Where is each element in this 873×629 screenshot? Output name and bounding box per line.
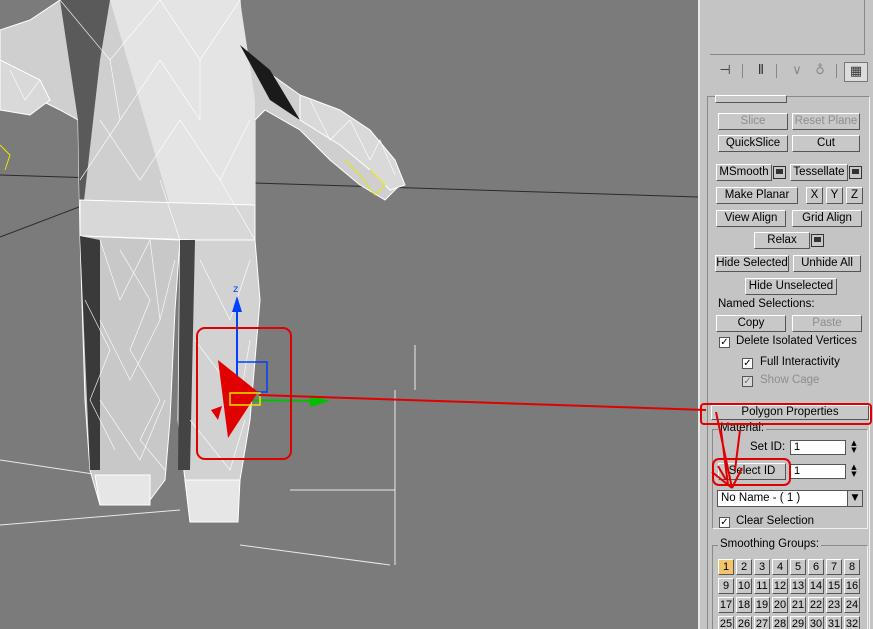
smoothing-group-button-23[interactable]: 23: [826, 597, 842, 613]
smoothing-group-button-17[interactable]: 17: [718, 597, 734, 613]
material-name-dropdown[interactable]: No Name - ( 1 ) ▼: [717, 490, 863, 507]
show-cage-checkbox[interactable]: ✓: [742, 376, 753, 387]
view-align-button[interactable]: View Align: [716, 210, 786, 227]
smoothing-group-button-29[interactable]: 29: [790, 616, 806, 629]
smoothing-group-button-6[interactable]: 6: [808, 559, 824, 575]
clear-selection-checkbox[interactable]: ✓: [719, 517, 730, 528]
cut-button[interactable]: Cut: [792, 135, 860, 152]
set-id-spinner-icon[interactable]: ▲ ▼: [849, 440, 859, 455]
smoothing-group-button-30[interactable]: 30: [808, 616, 824, 629]
smoothing-group-button-4[interactable]: 4: [772, 559, 788, 575]
command-panel: ⊣ Ⅱ ∨ ♁ ▦ Slice Reset Plane QuickSlice C…: [698, 0, 873, 629]
smoothing-group-button-14[interactable]: 14: [808, 578, 824, 594]
smoothing-group-button-18[interactable]: 18: [736, 597, 752, 613]
delete-isolated-label: Delete Isolated Vertices: [736, 335, 857, 347]
remove-modifier-icon[interactable]: ♁: [809, 62, 831, 80]
full-interactivity-checkbox[interactable]: ✓: [742, 358, 753, 369]
make-unique-icon[interactable]: ∨: [786, 62, 808, 80]
copy-button[interactable]: Copy: [716, 315, 786, 332]
smoothing-group-button-8[interactable]: 8: [844, 559, 860, 575]
msmooth-button[interactable]: MSmooth: [716, 164, 772, 181]
slice-button[interactable]: Slice: [718, 113, 788, 130]
show-end-result-icon[interactable]: Ⅱ: [750, 62, 772, 80]
modifier-stack-list[interactable]: [710, 0, 865, 55]
material-label: Material:: [718, 422, 767, 434]
set-id-label: Set ID:: [750, 441, 786, 453]
smoothing-group-button-1[interactable]: 1: [718, 559, 734, 575]
viewport-scene: z: [0, 0, 698, 566]
smoothing-group-button-21[interactable]: 21: [790, 597, 806, 613]
set-id-field[interactable]: 1: [790, 440, 846, 455]
quickslice-button[interactable]: QuickSlice: [718, 135, 788, 152]
modifier-stack-toolbar: ⊣ Ⅱ ∨ ♁ ▦: [708, 58, 868, 84]
relax-button[interactable]: Relax: [754, 232, 810, 249]
tessellate-settings-icon[interactable]: [849, 166, 862, 179]
select-id-spinner-icon[interactable]: ▲ ▼: [849, 464, 859, 479]
polygon-properties-rollout-header[interactable]: Polygon Properties: [711, 405, 869, 420]
named-selections-label: Named Selections:: [718, 298, 815, 310]
grid-align-button[interactable]: Grid Align: [792, 210, 862, 227]
pin-stack-icon[interactable]: ⊣: [714, 62, 736, 80]
smoothing-group-button-13[interactable]: 13: [790, 578, 806, 594]
smoothing-group-button-5[interactable]: 5: [790, 559, 806, 575]
hide-selected-button[interactable]: Hide Selected: [715, 255, 789, 272]
paste-button[interactable]: Paste: [792, 315, 862, 332]
select-id-field[interactable]: 1: [790, 464, 846, 479]
smoothing-group-button-10[interactable]: 10: [736, 578, 752, 594]
smoothing-group-button-19[interactable]: 19: [754, 597, 770, 613]
unhide-all-button[interactable]: Unhide All: [793, 255, 861, 272]
smoothing-group-button-25[interactable]: 25: [718, 616, 734, 629]
smoothing-group-button-2[interactable]: 2: [736, 559, 752, 575]
smoothing-group-button-32[interactable]: 32: [844, 616, 860, 629]
smoothing-group-button-12[interactable]: 12: [772, 578, 788, 594]
delete-isolated-checkbox[interactable]: ✓: [719, 337, 730, 348]
character-mesh: [0, 0, 406, 523]
planar-x-button[interactable]: X: [806, 187, 823, 204]
smoothing-group-button-20[interactable]: 20: [772, 597, 788, 613]
smoothing-group-button-31[interactable]: 31: [826, 616, 842, 629]
clear-selection-label: Clear Selection: [736, 515, 814, 527]
top-cut-button: [715, 95, 787, 103]
make-planar-button[interactable]: Make Planar: [716, 187, 798, 204]
show-cage-label: Show Cage: [760, 374, 820, 386]
reset-plane-button[interactable]: Reset Plane: [792, 113, 860, 130]
smoothing-group-button-26[interactable]: 26: [736, 616, 752, 629]
smoothing-group-button-9[interactable]: 9: [718, 578, 734, 594]
smoothing-group-button-11[interactable]: 11: [754, 578, 770, 594]
select-id-button[interactable]: Select ID: [718, 463, 786, 480]
planar-z-button[interactable]: Z: [846, 187, 863, 204]
planar-y-button[interactable]: Y: [826, 187, 843, 204]
smoothing-group-button-16[interactable]: 16: [844, 578, 860, 594]
smoothing-group-button-28[interactable]: 28: [772, 616, 788, 629]
chevron-down-icon[interactable]: ▼: [847, 491, 862, 506]
smoothing-group-button-3[interactable]: 3: [754, 559, 770, 575]
smoothing-groups-label: Smoothing Groups:: [718, 538, 822, 550]
msmooth-settings-icon[interactable]: [773, 166, 786, 179]
relax-settings-icon[interactable]: [811, 234, 824, 247]
smoothing-group-button-7[interactable]: 7: [826, 559, 842, 575]
smoothing-group-button-24[interactable]: 24: [844, 597, 860, 613]
smoothing-group-button-22[interactable]: 22: [808, 597, 824, 613]
smoothing-group-button-15[interactable]: 15: [826, 578, 842, 594]
tessellate-button[interactable]: Tessellate: [790, 164, 848, 181]
perspective-viewport[interactable]: z: [0, 0, 698, 629]
material-name-value: No Name - ( 1 ): [721, 492, 801, 504]
configure-modifier-sets-icon[interactable]: ▦: [844, 62, 868, 82]
smoothing-group-button-27[interactable]: 27: [754, 616, 770, 629]
svg-text:z: z: [233, 284, 238, 295]
edit-geometry-rollout: Slice Reset Plane QuickSlice Cut MSmooth…: [707, 95, 870, 629]
full-interactivity-label: Full Interactivity: [760, 356, 840, 368]
hide-unselected-button[interactable]: Hide Unselected: [745, 278, 837, 295]
